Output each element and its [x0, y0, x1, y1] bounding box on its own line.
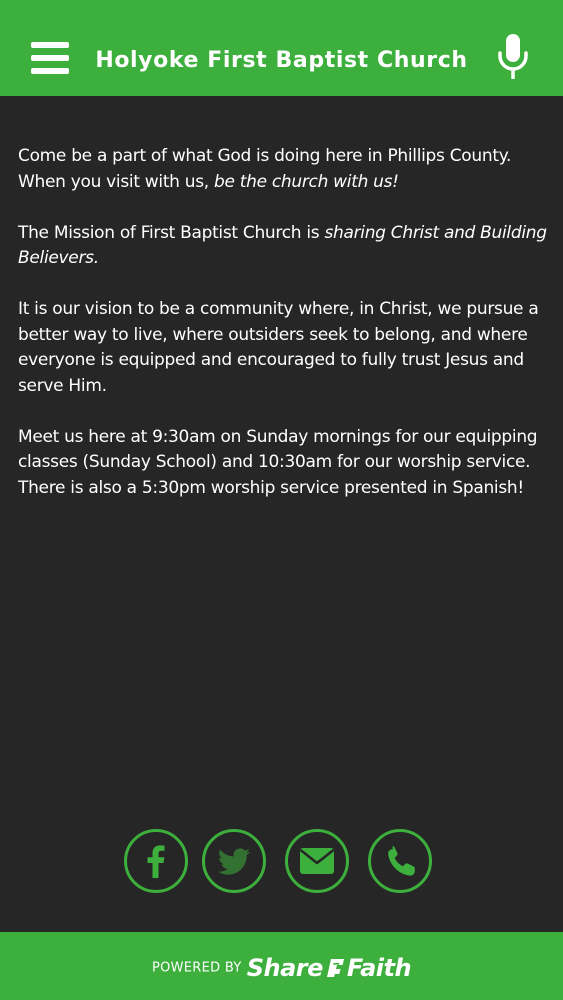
- microphone-button[interactable]: [495, 33, 531, 80]
- brand-name-part1: Share: [246, 954, 324, 982]
- phone-icon: [388, 846, 415, 876]
- sharefaith-logo-icon: [326, 959, 344, 977]
- app-header: Holyoke First Baptist Church: [0, 0, 563, 96]
- twitter-icon: [217, 848, 250, 875]
- email-button[interactable]: [285, 829, 349, 893]
- facebook-button[interactable]: [124, 829, 188, 893]
- main-content: Come be a part of what God is doing here…: [18, 144, 553, 527]
- app-footer: POWERED BY Share Faith: [0, 932, 563, 1000]
- brand-name-part2: Faith: [346, 954, 412, 982]
- welcome-paragraph: Come be a part of what God is doing here…: [18, 146, 512, 192]
- service-times-paragraph: Meet us here at 9:30am on Sunday morning…: [18, 426, 538, 498]
- phone-button[interactable]: [368, 829, 432, 893]
- mission-paragraph: The Mission of First Baptist Church is s…: [18, 222, 547, 269]
- vision-paragraph: It is our vision to be a community where…: [18, 299, 539, 396]
- microphone-icon: [498, 34, 528, 80]
- facebook-icon: [147, 845, 165, 878]
- page-title: Holyoke First Baptist Church: [95, 48, 468, 73]
- powered-by-label: POWERED BY: [151, 960, 242, 976]
- twitter-button[interactable]: [202, 829, 266, 893]
- powered-by-badge[interactable]: POWERED BY Share Faith: [0, 954, 563, 982]
- email-icon: [299, 848, 335, 874]
- social-buttons: [0, 829, 563, 899]
